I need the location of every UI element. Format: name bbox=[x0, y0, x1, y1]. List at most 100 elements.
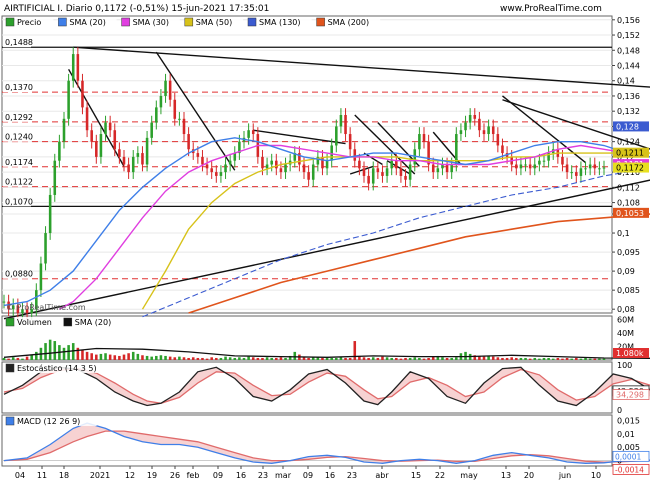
x-tick-label: 11 bbox=[37, 471, 47, 480]
x-tick-label: 26 bbox=[170, 471, 180, 480]
volume-bar bbox=[344, 358, 347, 360]
volume-bar bbox=[67, 345, 70, 360]
candle-body bbox=[90, 130, 93, 141]
volume-bar bbox=[224, 357, 227, 360]
volume-bar bbox=[575, 358, 578, 360]
volume-bar bbox=[257, 358, 260, 360]
candle-body bbox=[266, 165, 269, 169]
volume-bar bbox=[598, 359, 601, 360]
price-tick-label: 0,085 bbox=[617, 286, 640, 295]
volume-bar bbox=[377, 358, 380, 360]
candle-body bbox=[464, 123, 467, 131]
candle-body bbox=[404, 176, 407, 180]
stochastic-legend: Estocástico (14 3 5) bbox=[6, 363, 129, 373]
legend-label: MACD (12 26 9) bbox=[17, 417, 80, 426]
candle-body bbox=[303, 165, 306, 173]
price-level-label: 0,1122 bbox=[5, 178, 33, 187]
volume-bar bbox=[192, 357, 195, 360]
volume-bar bbox=[340, 357, 343, 360]
volume-bar bbox=[210, 357, 213, 360]
candle-body bbox=[460, 130, 463, 134]
volume-bar bbox=[187, 358, 190, 360]
volume-bar bbox=[330, 358, 333, 360]
price-tick-label: 0,1 bbox=[617, 229, 630, 238]
candle-body bbox=[183, 119, 186, 134]
price-level-label: 0,1174 bbox=[5, 158, 33, 167]
x-tick-label: 15 bbox=[411, 471, 421, 480]
candle-body bbox=[469, 115, 472, 123]
candle-body bbox=[137, 153, 140, 157]
volume-bar bbox=[243, 358, 246, 360]
x-tick-label: 19 bbox=[147, 471, 157, 480]
candle-body bbox=[233, 153, 236, 161]
legend-label: Volumen bbox=[17, 318, 52, 327]
volume-bar bbox=[409, 358, 412, 360]
volume-bar bbox=[12, 357, 15, 360]
price-badge-label: 0,1211 bbox=[616, 149, 644, 158]
volume-bar bbox=[178, 357, 181, 360]
macd-tick-label: 0,005 bbox=[617, 443, 640, 452]
candle-body bbox=[100, 134, 103, 157]
price-tick-label: 0,09 bbox=[617, 267, 635, 276]
candle-body bbox=[473, 115, 476, 119]
candle-body bbox=[206, 165, 209, 169]
candle-body bbox=[386, 168, 389, 176]
price-level-label: 0,1370 bbox=[5, 83, 33, 92]
price-level-label: 0,0880 bbox=[5, 270, 33, 279]
volume-bar bbox=[584, 358, 587, 360]
candle-body bbox=[127, 165, 130, 173]
volume-bar bbox=[26, 357, 29, 360]
volume-bar bbox=[215, 358, 218, 360]
price-tick-label: 0,136 bbox=[617, 92, 640, 101]
volume-bar bbox=[441, 357, 444, 360]
volume-bar bbox=[423, 359, 426, 360]
volume-bar bbox=[86, 352, 89, 360]
volume-bar bbox=[63, 348, 66, 360]
volume-bar bbox=[113, 355, 116, 360]
volume-bar bbox=[506, 358, 509, 360]
volume-bar bbox=[150, 357, 153, 360]
candle-body bbox=[146, 138, 149, 165]
x-tick-label: may bbox=[460, 471, 478, 480]
legend-label: SMA (20) bbox=[69, 18, 105, 27]
candle-body bbox=[400, 168, 403, 176]
volume-bar bbox=[293, 352, 296, 360]
volume-bar bbox=[492, 357, 495, 360]
price-tick-label: 0,152 bbox=[617, 31, 640, 40]
volume-bar bbox=[427, 358, 430, 360]
volume-bar bbox=[593, 359, 596, 360]
candle-body bbox=[390, 161, 393, 169]
candle-body bbox=[58, 142, 61, 161]
stochastic-tick-label: 0 bbox=[617, 406, 622, 415]
legend-label: SMA (200) bbox=[328, 18, 370, 27]
candle-body bbox=[543, 161, 546, 162]
candle-body bbox=[86, 107, 89, 130]
volume-bar bbox=[524, 358, 527, 360]
legend-swatch bbox=[122, 18, 130, 26]
volume-bar bbox=[197, 358, 200, 360]
candle-body bbox=[118, 149, 121, 157]
volume-bar bbox=[160, 355, 163, 360]
volume-bar bbox=[321, 358, 324, 360]
volume-bar bbox=[547, 358, 550, 360]
x-tick-label: 16 bbox=[236, 471, 246, 480]
candle-body bbox=[335, 126, 338, 145]
candle-body bbox=[321, 157, 324, 168]
candle-body bbox=[307, 172, 310, 180]
legend-swatch bbox=[58, 18, 66, 26]
x-tick-label: 04 bbox=[15, 471, 25, 480]
volume-bar bbox=[141, 355, 144, 360]
volume-badge-label: 1.080k bbox=[616, 349, 644, 358]
volume-tick-label: 60M bbox=[617, 315, 634, 324]
x-tick-label: 10 bbox=[591, 471, 601, 480]
volume-bar bbox=[127, 353, 130, 360]
chart-stage: AIRTIFICIAL I. Diario 0,1172 (-0,51%) 15… bbox=[0, 0, 650, 483]
volume-bar bbox=[413, 357, 416, 360]
candle-body bbox=[538, 161, 541, 165]
volume-bar bbox=[390, 358, 393, 360]
price-badge-label: 0,1172 bbox=[616, 164, 644, 173]
candle-body bbox=[178, 119, 181, 120]
candle-body bbox=[132, 157, 135, 172]
legend-swatch bbox=[6, 318, 14, 326]
volume-bar bbox=[275, 358, 278, 360]
